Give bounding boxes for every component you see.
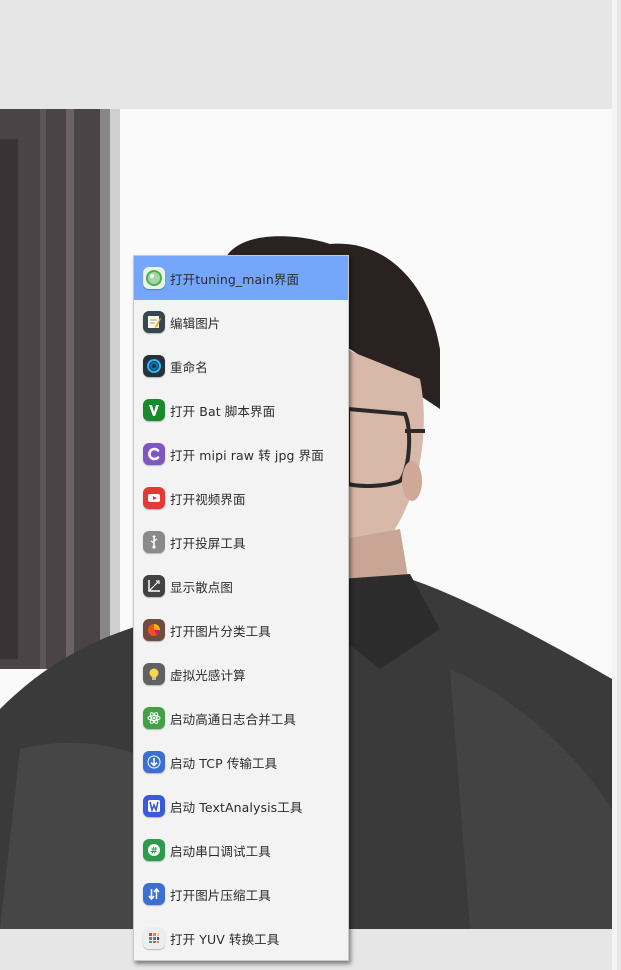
green-bubble-icon [143,267,165,289]
window-edge [612,0,617,970]
menu-item-label: 打开 mipi raw 转 jpg 界面 [170,447,324,463]
menu-item-open-tuning-main[interactable]: 打开tuning_main界面 [134,256,348,300]
menu-item-label: 打开 Bat 脚本界面 [170,403,276,419]
light-bulb-icon [143,663,165,685]
usb-icon [143,531,165,553]
notepad-edit-icon [143,311,165,333]
vim-v-icon [143,399,165,421]
letter-w-icon [143,795,165,817]
pie-chart-icon [143,619,165,641]
menu-item-label: 打开视频界面 [170,491,246,507]
atom-icon [143,707,165,729]
menu-item-label: 打开 YUV 转换工具 [170,931,280,947]
menu-item-label: 编辑图片 [170,315,221,331]
menu-item-open-video[interactable]: 打开视频界面 [134,476,348,520]
menu-item-open-bat-script[interactable]: 打开 Bat 脚本界面 [134,388,348,432]
menu-item-label: 打开图片压缩工具 [170,887,271,903]
menu-item-label: 启动高通日志合并工具 [170,711,297,727]
menu-item-label: 显示散点图 [170,579,234,595]
menu-item-label: 打开图片分类工具 [170,623,271,639]
menu-item-virtual-light-sensor[interactable]: 虚拟光感计算 [134,652,348,696]
menu-item-label: 虚拟光感计算 [170,667,246,683]
menu-item-image-classify[interactable]: 打开图片分类工具 [134,608,348,652]
menu-item-label: 启动串口调试工具 [170,843,271,859]
menu-item-qualcomm-log-merge[interactable]: 启动高通日志合并工具 [134,696,348,740]
menu-item-edit-image[interactable]: 编辑图片 [134,300,348,344]
menu-item-mipi-raw-to-jpg[interactable]: 打开 mipi raw 转 jpg 界面 [134,432,348,476]
download-arrow-icon [143,751,165,773]
menu-item-yuv-convert[interactable]: 打开 YUV 转换工具 [134,916,348,960]
desktop-background: 打开tuning_main界面 编辑图片 重命名 打开 Bat 脚本界面 打开 [0,0,621,970]
menu-item-text-analysis[interactable]: 启动 TextAnalysis工具 [134,784,348,828]
menu-item-tcp-transfer[interactable]: 启动 TCP 传输工具 [134,740,348,784]
svg-text:#: # [150,847,158,857]
menu-item-open-screencast[interactable]: 打开投屏工具 [134,520,348,564]
menu-item-label: 启动 TCP 传输工具 [170,755,278,771]
swap-arrows-icon [143,883,165,905]
swirl-icon [143,355,165,377]
video-play-icon [143,487,165,509]
context-menu: 打开tuning_main界面 编辑图片 重命名 打开 Bat 脚本界面 打开 [133,255,349,961]
menu-item-show-scatter[interactable]: 显示散点图 [134,564,348,608]
menu-item-image-compress[interactable]: 打开图片压缩工具 [134,872,348,916]
menu-item-serial-debug[interactable]: # 启动串口调试工具 [134,828,348,872]
letter-c-icon [143,443,165,465]
menu-item-rename[interactable]: 重命名 [134,344,348,388]
scatter-axes-icon [143,575,165,597]
menu-item-label: 打开tuning_main界面 [170,271,300,287]
menu-item-label: 启动 TextAnalysis工具 [170,799,303,815]
menu-item-label: 打开投屏工具 [170,535,246,551]
menu-item-label: 重命名 [170,359,208,375]
hash-chat-icon: # [143,839,165,861]
color-grid-icon [143,927,165,949]
